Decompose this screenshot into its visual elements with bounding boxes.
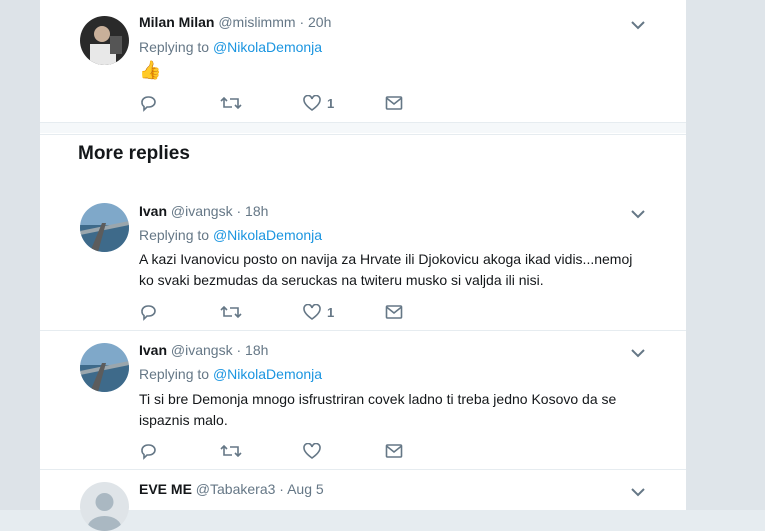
display-name[interactable]: Ivan	[139, 203, 167, 219]
replying-to-label: Replying to	[139, 39, 210, 55]
retweet-icon	[220, 96, 242, 110]
retweet-action[interactable]	[220, 93, 242, 113]
user-handle[interactable]: @ivangsk	[171, 203, 233, 219]
section-title: More replies	[78, 143, 190, 164]
display-name[interactable]: Milan Milan	[139, 14, 214, 30]
replying-to-line: Replying to @NikolaDemonja	[139, 227, 322, 243]
page-gutter-left	[0, 0, 40, 510]
retweet-action[interactable]	[220, 441, 242, 461]
dm-action[interactable]	[385, 302, 403, 322]
tweet-header: Ivan @ivangsk · 18h	[139, 203, 268, 219]
chevron-down-icon[interactable]	[630, 485, 646, 497]
mention-link[interactable]: @NikolaDemonja	[213, 227, 322, 243]
separator-dot: ·	[236, 342, 242, 358]
like-count: 1	[327, 95, 335, 111]
reply-icon	[141, 444, 156, 460]
replying-to-line: Replying to @NikolaDemonja	[139, 366, 322, 382]
dm-action[interactable]	[385, 441, 403, 461]
direct-message-icon	[385, 305, 403, 319]
avatar[interactable]	[80, 343, 129, 392]
mention-link[interactable]: @NikolaDemonja	[213, 39, 322, 55]
section-gap	[40, 123, 686, 133]
timestamp[interactable]: 18h	[245, 342, 268, 358]
chevron-down-icon[interactable]	[630, 207, 646, 219]
tweet-text: Ti si bre Demonja mnogo isfrustriran cov…	[139, 391, 617, 428]
timestamp[interactable]: 20h	[308, 14, 331, 30]
heart-icon	[303, 94, 321, 111]
replying-to-label: Replying to	[139, 227, 210, 243]
direct-message-icon	[385, 96, 403, 110]
heart-icon	[303, 442, 321, 459]
tweet-text: A kazi Ivanovicu posto on navija za Hrva…	[139, 251, 633, 288]
replying-to-label: Replying to	[139, 366, 210, 382]
conversation-panel: Milan Milan @mislimmm · 20h Replying to …	[40, 0, 686, 531]
heart-icon	[303, 303, 321, 320]
avatar[interactable]	[80, 482, 129, 531]
retweet-icon	[220, 444, 242, 458]
like-action[interactable]: 1	[303, 302, 334, 322]
chevron-down-icon[interactable]	[630, 346, 646, 358]
user-handle[interactable]: @Tabakera3	[196, 481, 276, 497]
display-name[interactable]: EVE ME	[139, 481, 192, 497]
reply-tweet[interactable]: Ivan @ivangsk · 18h Replying to @NikolaD…	[40, 331, 686, 470]
user-handle[interactable]: @mislimmm	[218, 14, 295, 30]
reply-tweet[interactable]: EVE ME @Tabakera3 · Aug 5	[40, 470, 686, 531]
separator-dot: ·	[299, 14, 305, 30]
direct-message-icon	[385, 444, 403, 458]
tweet-header: Ivan @ivangsk · 18h	[139, 342, 268, 358]
retweet-action[interactable]	[220, 302, 242, 322]
more-replies-header: More replies	[40, 134, 686, 192]
like-action[interactable]	[303, 441, 327, 461]
reply-action[interactable]	[139, 441, 157, 461]
timestamp[interactable]: Aug 5	[287, 481, 324, 497]
tweet-actions	[139, 441, 439, 461]
reply-tweet[interactable]: Milan Milan @mislimmm · 20h Replying to …	[40, 0, 686, 123]
tweet-header: EVE ME @Tabakera3 · Aug 5	[139, 481, 324, 497]
page-gutter-right	[686, 0, 765, 510]
dm-action[interactable]	[385, 93, 403, 113]
chevron-down-icon[interactable]	[630, 18, 646, 30]
tweet-text: 👍	[139, 60, 162, 80]
replying-to-line: Replying to @NikolaDemonja	[139, 39, 322, 55]
avatar[interactable]	[80, 16, 129, 65]
like-action[interactable]: 1	[303, 93, 334, 113]
separator-dot: ·	[279, 481, 284, 497]
like-count: 1	[327, 304, 335, 320]
reply-action[interactable]	[139, 93, 157, 113]
reply-action[interactable]	[139, 302, 157, 322]
timestamp[interactable]: 18h	[245, 203, 268, 219]
display-name[interactable]: Ivan	[139, 342, 167, 358]
separator-dot: ·	[236, 203, 242, 219]
mention-link[interactable]: @NikolaDemonja	[213, 366, 322, 382]
reply-icon	[141, 305, 156, 321]
user-handle[interactable]: @ivangsk	[171, 342, 233, 358]
avatar[interactable]	[80, 203, 129, 252]
retweet-icon	[220, 305, 242, 319]
tweet-actions: 1	[139, 302, 439, 322]
tweet-actions: 1	[139, 93, 439, 113]
reply-tweet[interactable]: Ivan @ivangsk · 18h Replying to @NikolaD…	[40, 191, 686, 331]
reply-icon	[141, 96, 156, 112]
tweet-header: Milan Milan @mislimmm · 20h	[139, 14, 331, 30]
